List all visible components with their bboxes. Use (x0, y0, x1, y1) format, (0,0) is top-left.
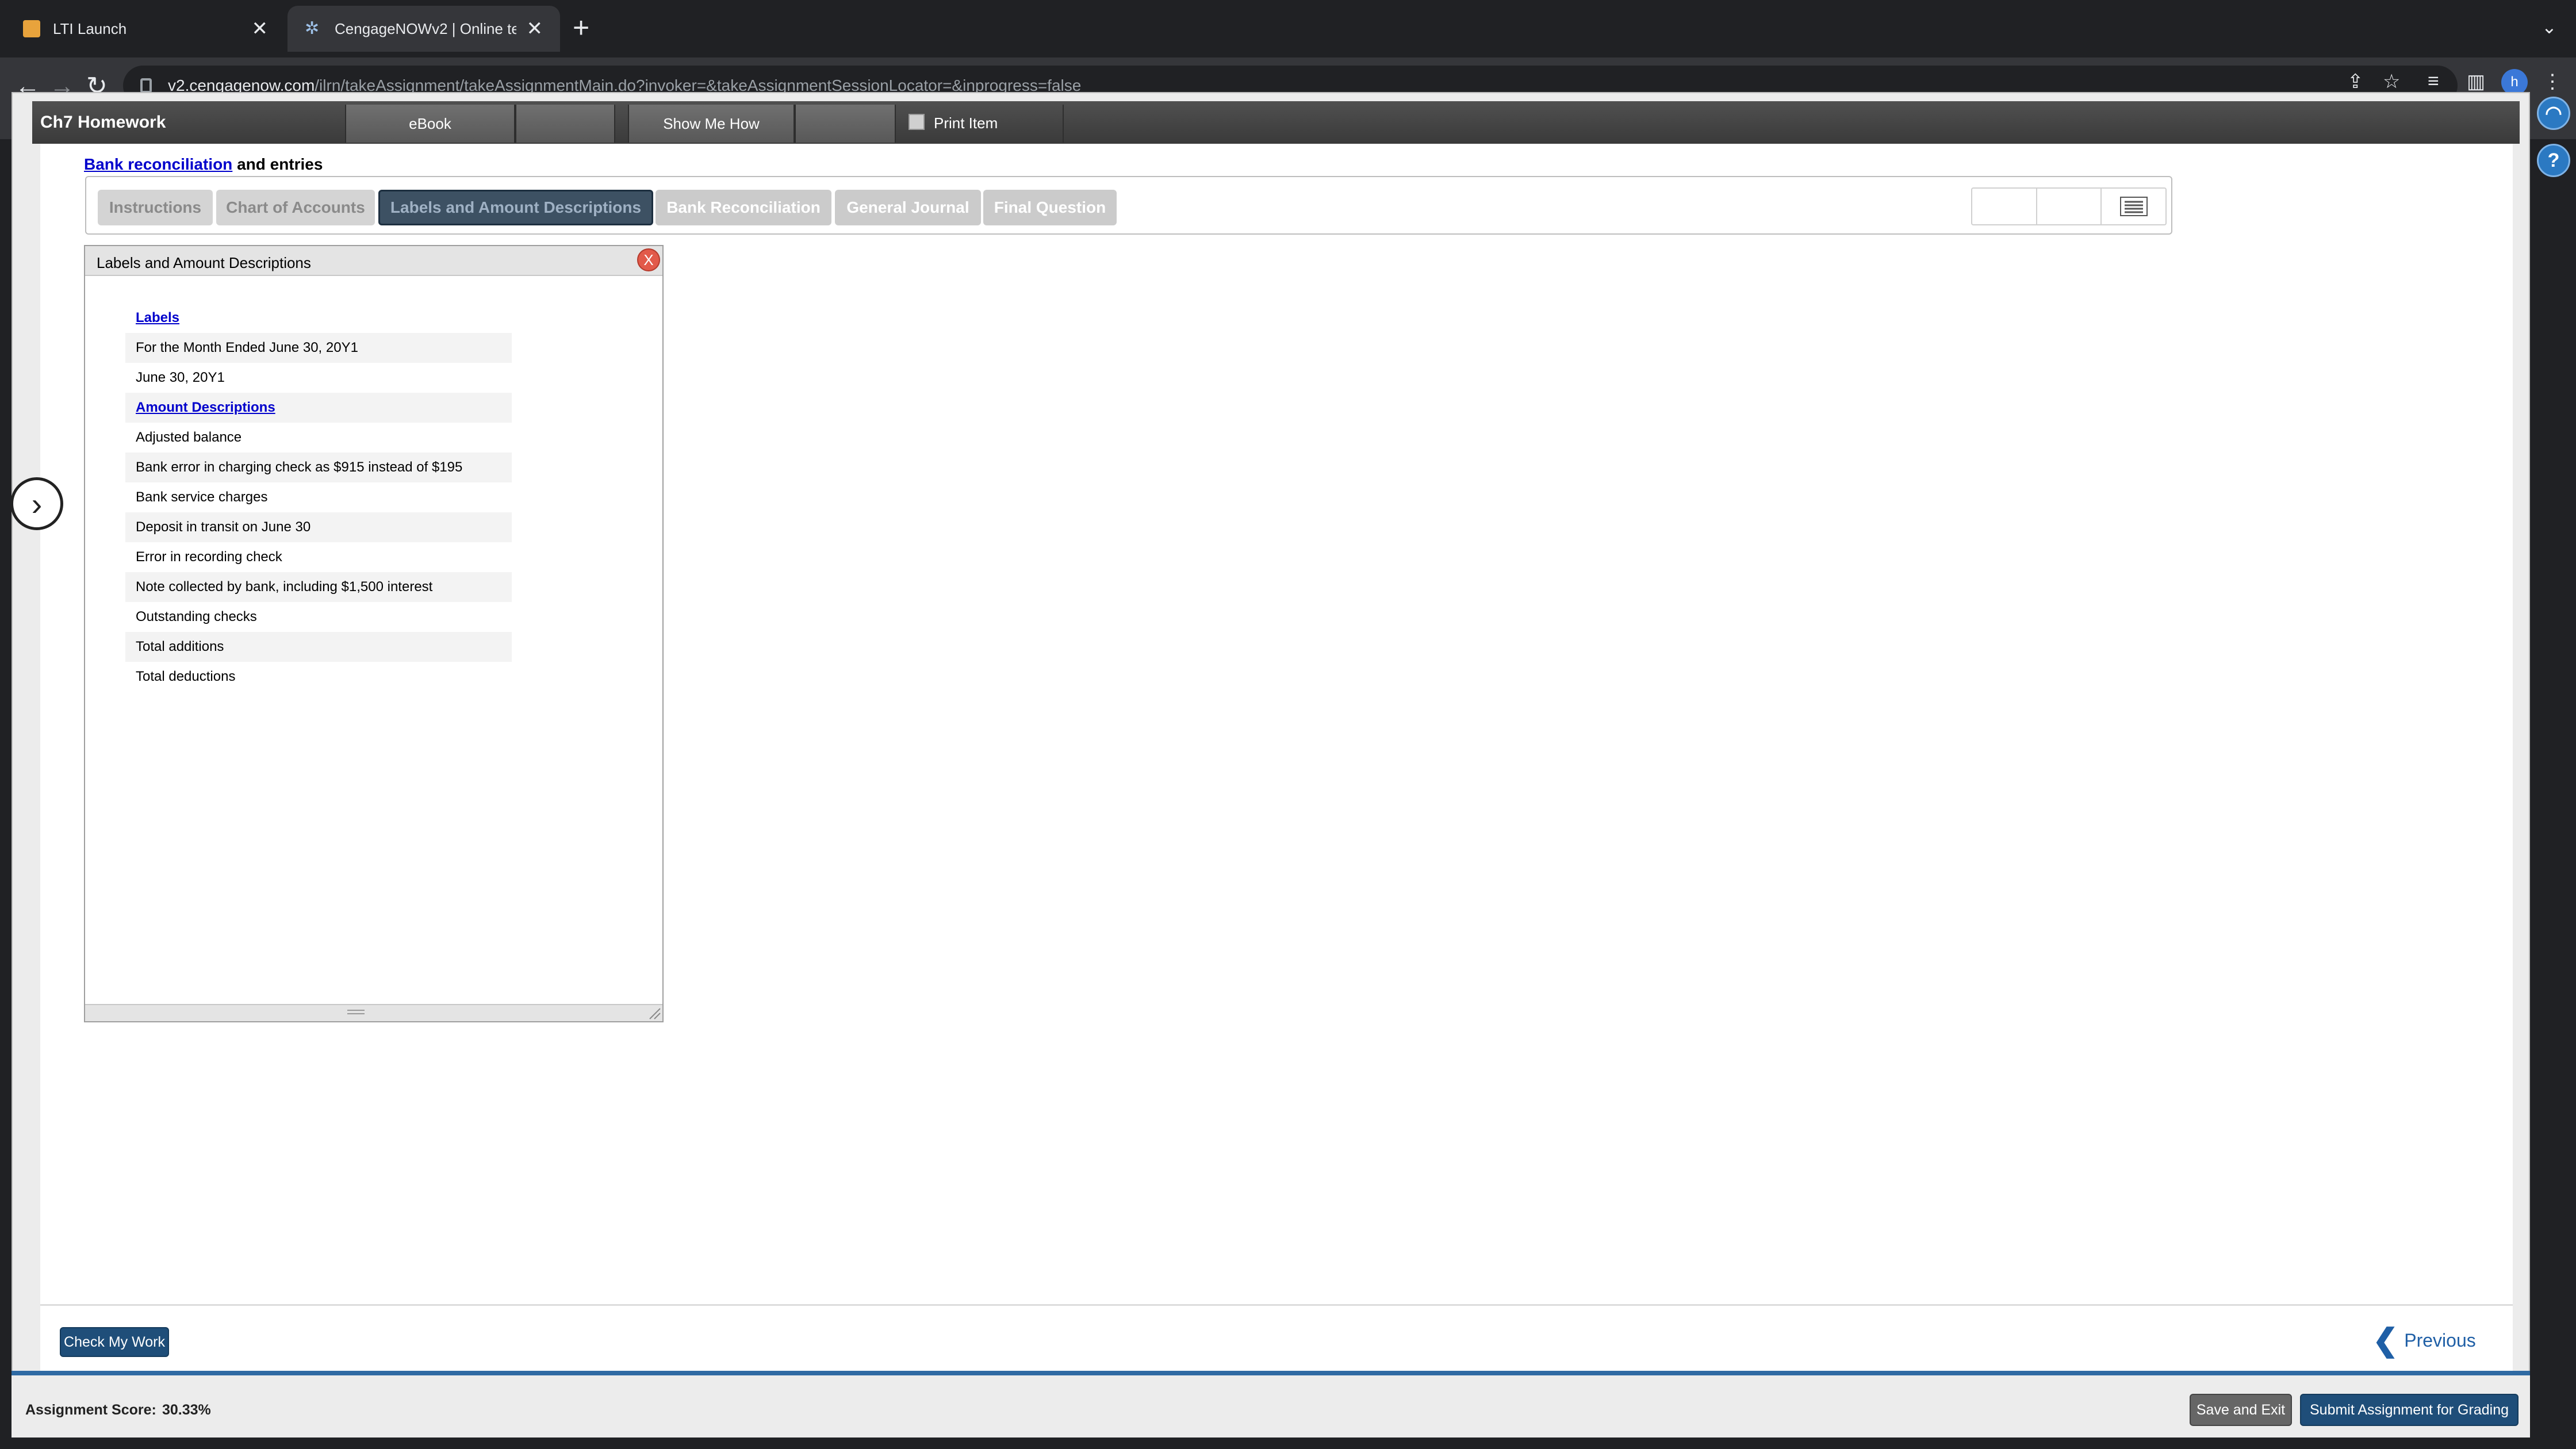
assignment-score-label: Assignment Score: (25, 1402, 156, 1418)
browser-tab-cengage[interactable]: ✲ CengageNOWv2 | Online teach ✕ (288, 6, 560, 52)
tab-controls (1971, 187, 2167, 225)
list-item: Error in recording check (136, 549, 282, 565)
close-icon[interactable]: ✕ (527, 17, 543, 40)
list-item: Outstanding checks (136, 609, 257, 624)
list-view-button[interactable] (2102, 189, 2165, 224)
headset-support-icon[interactable]: ◠ (2537, 97, 2570, 130)
footer-divider (12, 1371, 2530, 1375)
cengage-favicon-icon: ✲ (305, 19, 320, 38)
tab-final-question[interactable]: Final Question (983, 190, 1117, 225)
panel-close-button[interactable]: X (637, 248, 660, 271)
ebook-button[interactable]: eBook (345, 105, 515, 143)
panel-footer (85, 1004, 662, 1021)
save-and-exit-button[interactable]: Save and Exit (2190, 1394, 2292, 1426)
list-item: Note collected by bank, including $1,500… (125, 572, 512, 602)
header-blank-button-2[interactable] (795, 105, 896, 143)
list-item: Total additions (125, 632, 512, 662)
bank-reconciliation-link[interactable]: Bank reconciliation (84, 155, 232, 173)
tab-general-journal[interactable]: General Journal (835, 190, 981, 225)
new-tab-icon[interactable]: + (573, 10, 589, 45)
media-queue-icon[interactable]: ≡ (2428, 70, 2439, 93)
share-icon[interactable]: ⇪ (2347, 70, 2364, 93)
list-item: Total deductions (136, 669, 236, 684)
expand-sidebar-button[interactable]: › (10, 477, 63, 530)
assignment-score-value: 30.33% (162, 1402, 211, 1418)
chevron-down-icon[interactable]: ⌄ (2542, 16, 2557, 38)
kebab-menu-icon[interactable]: ⋮ (2543, 70, 2562, 93)
drag-grip-icon[interactable] (347, 1010, 365, 1014)
tab-control-blank-2[interactable] (2037, 189, 2102, 224)
list-item: Bank error in charging check as $915 ins… (125, 453, 512, 482)
close-icon[interactable]: ✕ (252, 17, 269, 40)
tab-title: CengageNOWv2 | Online teach (335, 20, 516, 37)
tab-control-blank-1[interactable] (1972, 189, 2037, 224)
header-divider (1063, 105, 1064, 143)
tab-bank-reconciliation[interactable]: Bank Reconciliation (656, 190, 831, 225)
check-my-work-button[interactable]: Check My Work (60, 1327, 169, 1357)
amount-descriptions-heading-link[interactable]: Amount Descriptions (125, 393, 512, 423)
print-item-checkbox[interactable] (908, 114, 925, 130)
previous-button[interactable]: ❮ Previous (2372, 1323, 2476, 1358)
list-item: For the Month Ended June 30, 20Y1 (125, 333, 512, 363)
tab-labels-and-amount-descriptions[interactable]: Labels and Amount Descriptions (378, 190, 653, 225)
print-item-label[interactable]: Print Item (934, 114, 998, 132)
action-bar (40, 1304, 2513, 1373)
chevron-right-icon: › (31, 485, 43, 522)
list-item: Deposit in transit on June 30 (125, 512, 512, 542)
tab-instructions[interactable]: Instructions (98, 190, 213, 225)
lock-icon (140, 78, 152, 93)
panel-title: Labels and Amount Descriptions (97, 254, 311, 271)
resize-handle-icon[interactable] (647, 1006, 661, 1020)
list-item: Bank service charges (136, 489, 268, 505)
show-me-how-button[interactable]: Show Me How (628, 105, 795, 143)
homework-title: Ch7 Homework (40, 113, 166, 132)
lti-favicon-icon (23, 20, 40, 37)
header-blank-button-1[interactable] (515, 105, 615, 143)
problem-heading: Bank reconciliation and entries (84, 155, 323, 173)
tab-chart-of-accounts[interactable]: Chart of Accounts (216, 190, 375, 225)
tab-title: LTI Launch (53, 20, 127, 37)
star-icon[interactable]: ☆ (2383, 70, 2400, 93)
screen: LTI Launch ✕ ✲ CengageNOWv2 | Online tea… (0, 0, 2576, 1449)
chevron-left-icon: ❮ (2372, 1323, 2399, 1358)
labels-heading-link[interactable]: Labels (125, 303, 512, 333)
browser-tab-lti-launch[interactable]: LTI Launch ✕ (6, 6, 285, 52)
list-item: June 30, 20Y1 (136, 370, 225, 385)
score-bar (12, 1375, 2530, 1438)
list-icon (2119, 197, 2148, 216)
list-item: Adjusted balance (136, 430, 242, 445)
side-panel-icon[interactable]: ▥ (2467, 70, 2485, 93)
help-icon[interactable]: ? (2537, 144, 2570, 177)
submit-assignment-button[interactable]: Submit Assignment for Grading (2300, 1394, 2518, 1426)
